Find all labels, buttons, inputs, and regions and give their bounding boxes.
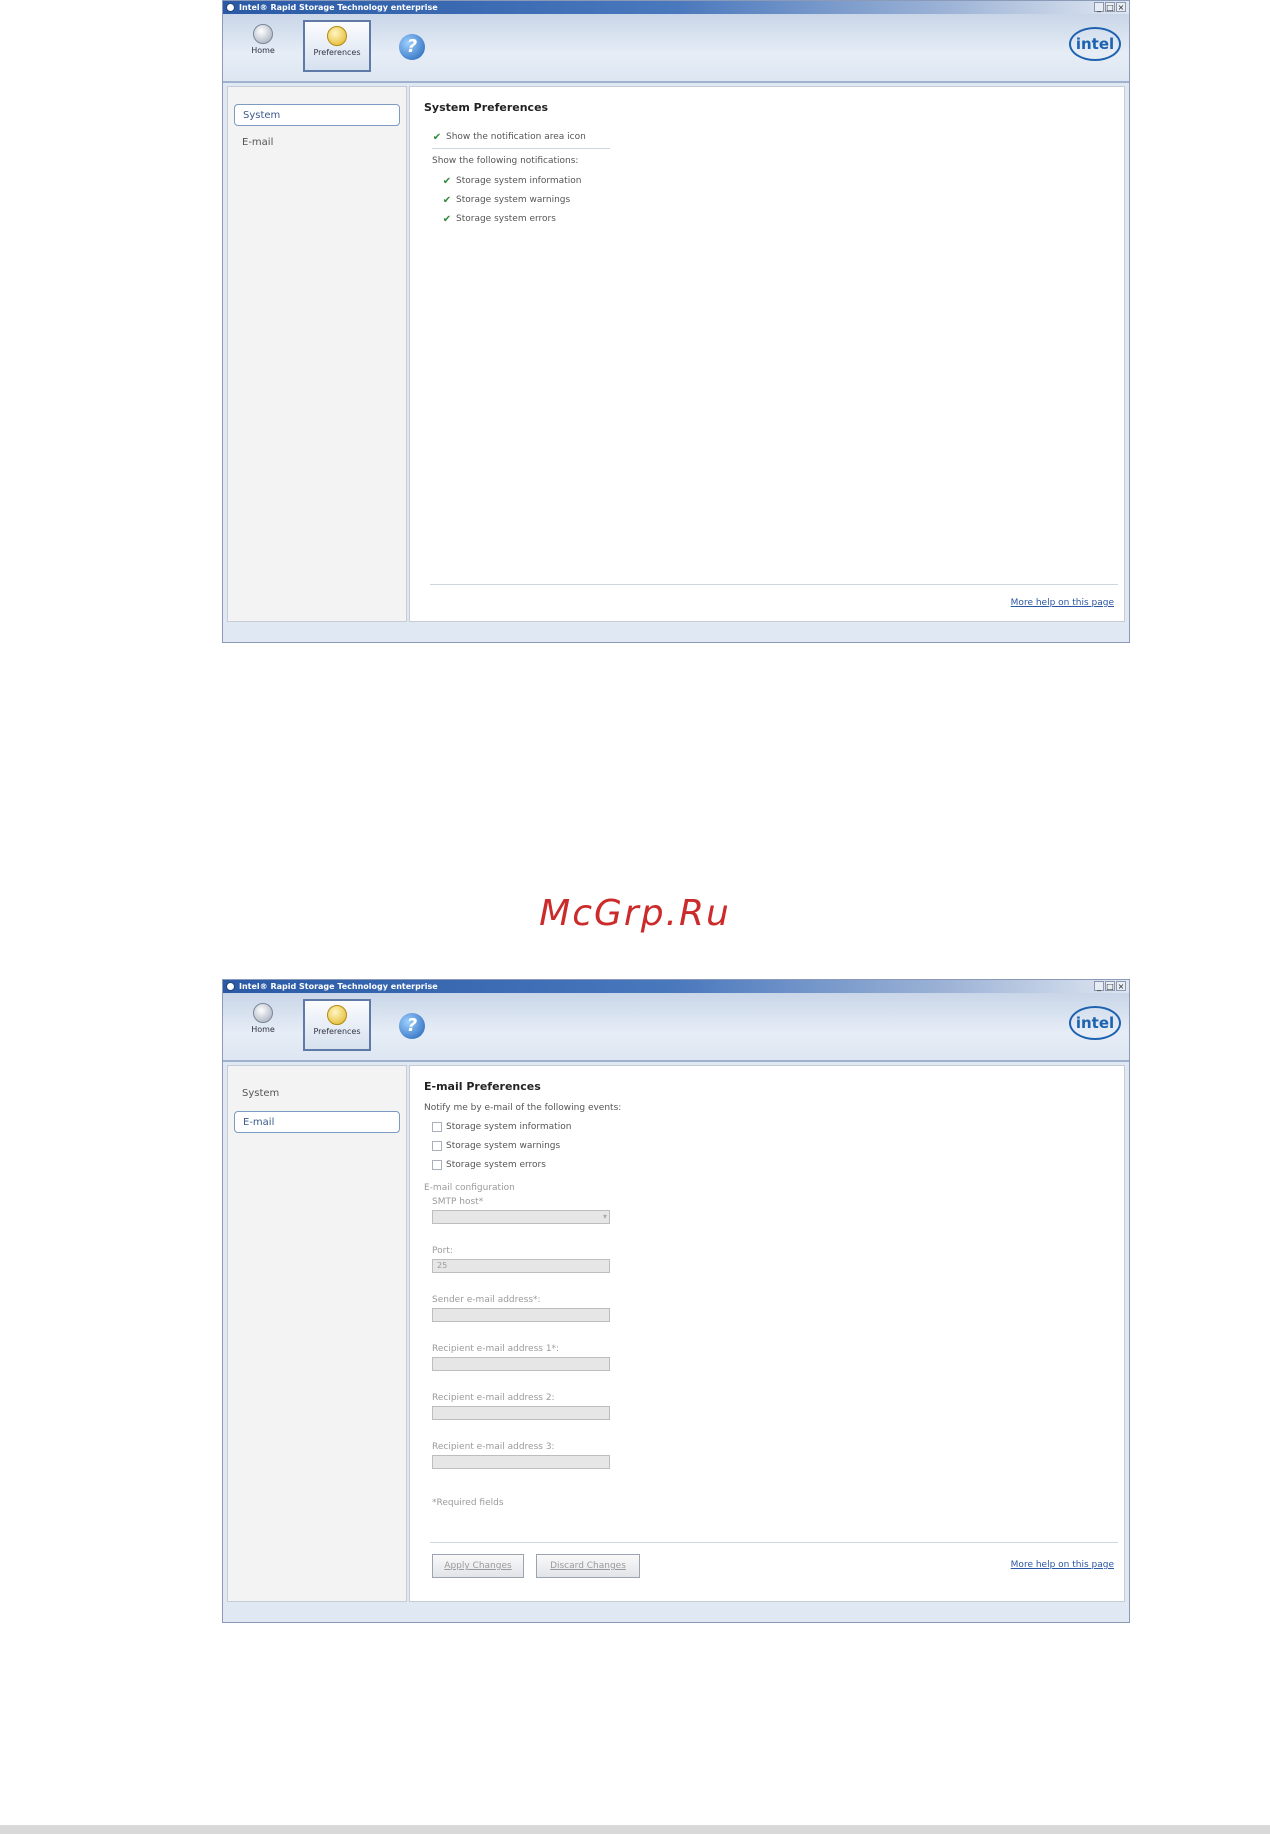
sidebar-item-system[interactable]: System	[234, 104, 400, 126]
home-button[interactable]: Home	[229, 999, 297, 1051]
sidebar: System E-mail	[227, 86, 407, 622]
maximize-button[interactable]: □	[1105, 2, 1115, 12]
port-input[interactable]: 25	[432, 1259, 610, 1273]
page-title: E-mail Preferences	[424, 1080, 541, 1093]
title-bar[interactable]: Intel® Rapid Storage Technology enterpri…	[223, 980, 1129, 993]
home-label: Home	[251, 46, 275, 55]
notification-warnings-label: Storage system warnings	[456, 195, 571, 205]
show-icon-label: Show the notification area icon	[446, 132, 586, 142]
more-help-link[interactable]: More help on this page	[1011, 598, 1114, 608]
app-window-system-preferences: Intel® Rapid Storage Technology enterpri…	[222, 0, 1130, 643]
recipient1-input[interactable]	[432, 1357, 610, 1371]
sidebar: System E-mail	[227, 1065, 407, 1602]
recipient3-input[interactable]	[432, 1455, 610, 1469]
notification-info-label: Storage system information	[456, 176, 582, 186]
discard-changes-button[interactable]: Discard Changes	[536, 1554, 640, 1578]
page-footer-bar	[0, 1825, 1270, 1834]
window-title: Intel® Rapid Storage Technology enterpri…	[239, 3, 438, 12]
notification-errors-checkbox[interactable]: ✔ Storage system errors	[442, 212, 556, 226]
recipient2-label: Recipient e-mail address 2:	[432, 1393, 555, 1403]
minimize-button[interactable]: _	[1094, 2, 1104, 12]
port-label: Port:	[432, 1246, 453, 1256]
show-following-label: Show the following notifications:	[432, 156, 579, 166]
show-icon-checkbox[interactable]: ✔ Show the notification area icon	[432, 130, 586, 144]
preferences-button[interactable]: Preferences	[303, 20, 371, 72]
help-icon[interactable]: ?	[399, 1013, 425, 1039]
sender-email-input[interactable]	[432, 1308, 610, 1322]
event-info-checkbox[interactable]: ✔ Storage system information	[432, 1120, 571, 1134]
event-info-label: Storage system information	[446, 1122, 572, 1132]
main-panel: System Preferences ✔ Show the notificatio…	[409, 86, 1125, 622]
notification-info-checkbox[interactable]: ✔ Storage system information	[442, 174, 582, 188]
page-title: System Preferences	[424, 101, 549, 114]
preferences-button[interactable]: Preferences	[303, 999, 371, 1051]
checkmark-icon: ✔	[442, 195, 452, 206]
close-button[interactable]: ×	[1116, 981, 1126, 991]
preferences-label: Preferences	[313, 48, 361, 57]
event-warnings-checkbox[interactable]: ✔ Storage system warnings	[432, 1139, 560, 1153]
checkbox-icon: ✔	[432, 1141, 442, 1151]
sidebar-item-email[interactable]: E-mail	[234, 1111, 400, 1133]
checkmark-icon: ✔	[442, 214, 452, 225]
required-note: *Required fields	[432, 1498, 504, 1508]
apply-changes-button[interactable]: Apply Changes	[432, 1554, 524, 1578]
event-errors-checkbox[interactable]: ✔ Storage system errors	[432, 1158, 546, 1172]
footer-divider	[430, 1542, 1118, 1543]
sidebar-item-system[interactable]: System	[234, 1083, 400, 1105]
window-title: Intel® Rapid Storage Technology enterpri…	[239, 982, 438, 991]
preferences-icon	[327, 1005, 347, 1025]
home-label: Home	[251, 1025, 275, 1034]
home-icon	[253, 24, 273, 44]
recipient2-input[interactable]	[432, 1406, 610, 1420]
help-icon[interactable]: ?	[399, 34, 425, 60]
toolbar: Home Preferences ? intel	[223, 993, 1129, 1062]
notification-warnings-checkbox[interactable]: ✔ Storage system warnings	[442, 193, 570, 207]
minimize-button[interactable]: _	[1094, 981, 1104, 991]
recipient3-label: Recipient e-mail address 3:	[432, 1442, 555, 1452]
home-button[interactable]: Home	[229, 20, 297, 72]
event-warnings-label: Storage system warnings	[446, 1141, 561, 1151]
close-button[interactable]: ×	[1116, 2, 1126, 12]
preferences-icon	[327, 26, 347, 46]
watermark: McGrp.Ru	[539, 893, 731, 934]
toolbar: Home Preferences ? intel	[223, 14, 1129, 83]
window-controls: _ □ ×	[1094, 2, 1126, 12]
notify-label: Notify me by e-mail of the following eve…	[424, 1103, 622, 1113]
sender-email-label: Sender e-mail address*:	[432, 1295, 541, 1305]
checkmark-icon: ✔	[432, 132, 442, 143]
main-panel: E-mail Preferences Notify me by e-mail o…	[409, 1065, 1125, 1602]
maximize-button[interactable]: □	[1105, 981, 1115, 991]
footer-divider	[430, 584, 1118, 585]
checkbox-icon: ✔	[432, 1122, 442, 1132]
title-bar[interactable]: Intel® Rapid Storage Technology enterpri…	[223, 1, 1129, 14]
app-icon	[226, 982, 235, 991]
checkmark-icon: ✔	[442, 176, 452, 187]
window-controls: _ □ ×	[1094, 981, 1126, 991]
preferences-label: Preferences	[313, 1027, 361, 1036]
app-icon	[226, 3, 235, 12]
recipient1-label: Recipient e-mail address 1*:	[432, 1344, 560, 1354]
smtp-host-label: SMTP host*	[432, 1197, 484, 1207]
sidebar-item-email[interactable]: E-mail	[234, 132, 400, 154]
divider	[432, 148, 610, 149]
port-value: 25	[437, 1261, 448, 1270]
smtp-host-input[interactable]: ▾	[432, 1210, 610, 1224]
event-errors-label: Storage system errors	[446, 1160, 546, 1170]
home-icon	[253, 1003, 273, 1023]
dropdown-arrow-icon: ▾	[602, 1212, 607, 1221]
notification-errors-label: Storage system errors	[456, 214, 556, 224]
email-config-heading: E-mail configuration	[424, 1183, 515, 1193]
app-window-email-preferences: Intel® Rapid Storage Technology enterpri…	[222, 979, 1130, 1623]
checkbox-icon: ✔	[432, 1160, 442, 1170]
intel-logo: intel	[1069, 27, 1121, 61]
intel-logo: intel	[1069, 1006, 1121, 1040]
more-help-link[interactable]: More help on this page	[1011, 1560, 1114, 1570]
